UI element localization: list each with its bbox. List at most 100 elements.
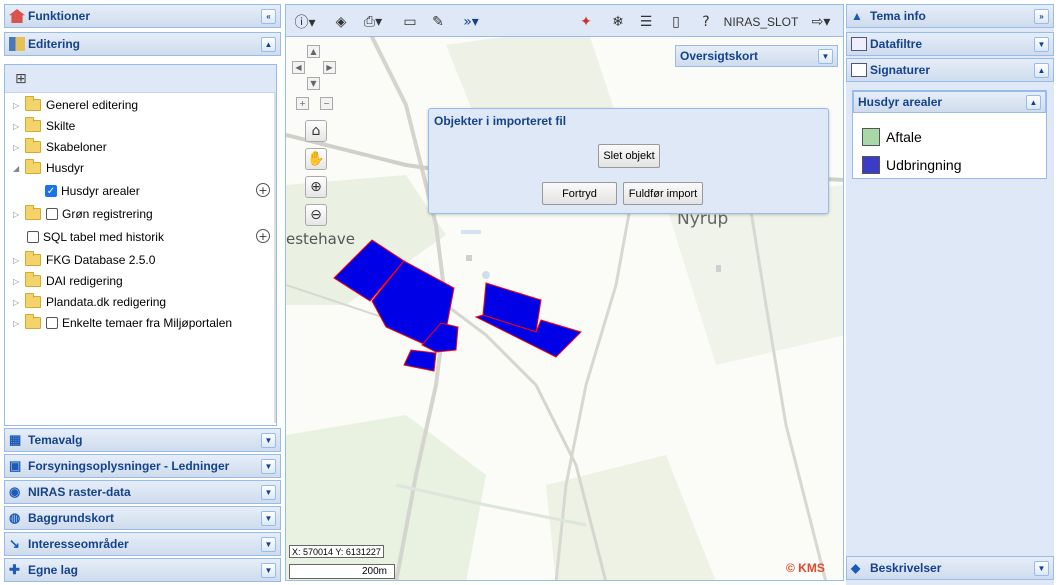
home-icon [9,9,25,23]
collapse-editering-icon[interactable]: ▲ [261,37,276,52]
panel-temavalg[interactable]: ▦ Temavalg ▼ [4,428,281,452]
collapse-right-icon[interactable]: » [1034,9,1049,24]
list-icon[interactable]: ☰ [636,12,656,32]
collapsed-arrow-icon[interactable]: ▷ [13,256,21,265]
collapsed-arrow-icon[interactable]: ▷ [13,298,21,307]
expand-panel-icon[interactable]: ▼ [261,537,276,552]
collapse-husdyr-icon[interactable]: ▲ [1026,95,1041,110]
beskrivelser-header[interactable]: ◆ Beskrivelser ▼ [846,556,1054,580]
warning-icon: ▲ [851,9,863,23]
tree-item[interactable]: ✓ Husdyr arealer [45,181,140,201]
datafiltre-header[interactable]: Datafiltre ▼ [846,32,1054,56]
zoom-out-small-icon[interactable]: − [320,97,333,110]
oversigtskort-header[interactable]: Oversigtskort ▼ [675,45,838,67]
expand-panel-icon[interactable]: ▼ [261,485,276,500]
help-icon[interactable]: ? [696,12,716,32]
tree-item[interactable]: ▷ Skilte [13,116,75,136]
husdyr-legend-header[interactable]: Husdyr arealer ▲ [853,91,1046,113]
add-layer-icon[interactable]: + [256,183,270,197]
pan-hand-icon[interactable]: ✋ [305,148,327,170]
info-icon[interactable]: ⓘ▾ [292,12,318,32]
home-extent-icon[interactable]: ⌂ [305,120,327,142]
panel-baggrundskort[interactable]: ◍ Baggrundskort ▼ [4,506,281,530]
pin-icon: ↘ [9,536,20,551]
tree-item-label: Husdyr [46,161,85,175]
finish-import-button[interactable]: Fuldfør import [623,182,703,205]
collapse-signaturer-icon[interactable]: ▲ [1034,63,1049,78]
collapsed-arrow-icon[interactable]: ▷ [13,101,21,110]
collapse-left-icon[interactable]: « [261,9,276,24]
layer-checkbox[interactable]: ✓ [45,185,57,197]
tema-info-header[interactable]: ▲ Tema info » [846,4,1054,28]
delete-object-button[interactable]: Slet objekt [598,144,660,168]
tree-item[interactable]: ▷ Grøn registrering [13,204,153,224]
right-panel: ▲ Tema info » Datafiltre ▼ Signaturer ▲ … [846,4,1054,585]
funktioner-header[interactable]: Funktioner « [4,4,281,28]
layer-checkbox[interactable] [27,231,39,243]
collapsed-arrow-icon[interactable]: ▷ [13,319,21,328]
panel-title: Baggrundskort [28,511,115,525]
tree-item-label: Generel editering [46,98,139,112]
tree-item[interactable]: ◢ Husdyr [13,158,84,178]
signaturer-header[interactable]: Signaturer ▲ [846,58,1054,82]
more-tools-icon[interactable]: »▾ [456,12,486,32]
tree-item[interactable]: SQL tabel med historik [27,227,164,247]
tree-item[interactable]: ▷ Enkelte temaer fra Miljøportalen [13,313,232,333]
expand-panel-icon[interactable]: ▼ [261,511,276,526]
folder-icon [25,138,41,153]
collapsed-arrow-icon[interactable]: ▷ [13,122,21,131]
tree-item[interactable]: ▷ DAI redigering [13,271,123,291]
layer-checkbox[interactable] [46,317,58,329]
layers-icon[interactable]: ◈ [331,12,351,32]
tree-item-label: FKG Database 2.5.0 [46,253,156,267]
sitemap-icon[interactable]: ⊞ [15,71,27,87]
pan-left-icon[interactable]: ◀ [292,61,305,74]
zoom-in-small-icon[interactable]: + [296,97,309,110]
cancel-button[interactable]: Fortryd [542,182,617,205]
tree-item-label: SQL tabel med historik [43,230,164,244]
logout-icon[interactable]: ⇨▾ [804,12,838,32]
layer-checkbox[interactable] [46,208,58,220]
expand-panel-icon[interactable]: ▼ [261,433,276,448]
print-icon[interactable]: ⎙▾ [358,12,388,32]
mobile-icon[interactable]: ▯ [666,12,686,32]
tree-item[interactable]: ▷ Plandata.dk redigering [13,292,166,312]
collapsed-arrow-icon[interactable]: ▷ [13,277,21,286]
pan-up-icon[interactable]: ▲ [307,45,320,58]
zoom-out-icon[interactable]: ⊖ [305,204,327,226]
husdyr-legend-box: Husdyr arealer ▲ Aftale Udbringning [852,90,1047,179]
panel-interesseområder[interactable]: ↘ Interesseområder ▼ [4,532,281,556]
editering-header[interactable]: Editering ▲ [4,32,281,56]
tree-item[interactable]: ▷ FKG Database 2.5.0 [13,250,155,270]
expanded-arrow-icon[interactable]: ◢ [13,164,21,173]
tree-item-label: Skilte [46,119,76,133]
legend-swatch [862,128,880,146]
tree-item[interactable]: ▷ Generel editering [13,95,138,115]
panel-egne-lag[interactable]: ✚ Egne lag ▼ [4,558,281,582]
add-layer-icon[interactable]: + [256,229,270,243]
collapsed-arrow-icon[interactable]: ▷ [13,210,21,219]
pencil-icon[interactable]: ✎ [428,12,448,32]
beskrivelser-title: Beskrivelser [870,561,942,575]
pan-down-icon[interactable]: ▼ [307,77,320,90]
expand-datafiltre-icon[interactable]: ▼ [1034,37,1049,52]
map-area[interactable]: ⓘ▾ ◈ ⎙▾ ▭ ✎ »▾ ✦ ❄ ☰ ▯ ? NIRAS_SLOT ⇨▾ O… [285,4,844,581]
expand-oversigt-icon[interactable]: ▼ [818,49,833,64]
expand-panel-icon[interactable]: ▼ [261,459,276,474]
panel-niras-raster-data[interactable]: ◉ NIRAS raster-data ▼ [4,480,281,504]
snowflake-icon[interactable]: ❄ [608,12,628,32]
signaturer-title: Signaturer [870,63,931,77]
expand-beskrivelser-icon[interactable]: ▼ [1034,561,1049,576]
tree-scrollbar[interactable] [274,93,276,423]
zoom-in-icon[interactable]: ⊕ [305,176,327,198]
panel-forsyningsoplysninger-ledninger[interactable]: ▣ Forsyningsoplysninger - Ledninger ▼ [4,454,281,478]
expand-panel-icon[interactable]: ▼ [261,563,276,578]
user-label[interactable]: NIRAS_SLOT [724,12,799,32]
pan-right-icon[interactable]: ▶ [323,61,336,74]
tree-item[interactable]: ▷ Skabeloner [13,137,107,157]
tools-icon[interactable]: ✦ [576,12,596,32]
tree-item-label: DAI redigering [46,274,123,288]
collapsed-arrow-icon[interactable]: ▷ [13,143,21,152]
ruler-icon[interactable]: ▭ [400,12,420,32]
editering-title: Editering [28,37,81,51]
